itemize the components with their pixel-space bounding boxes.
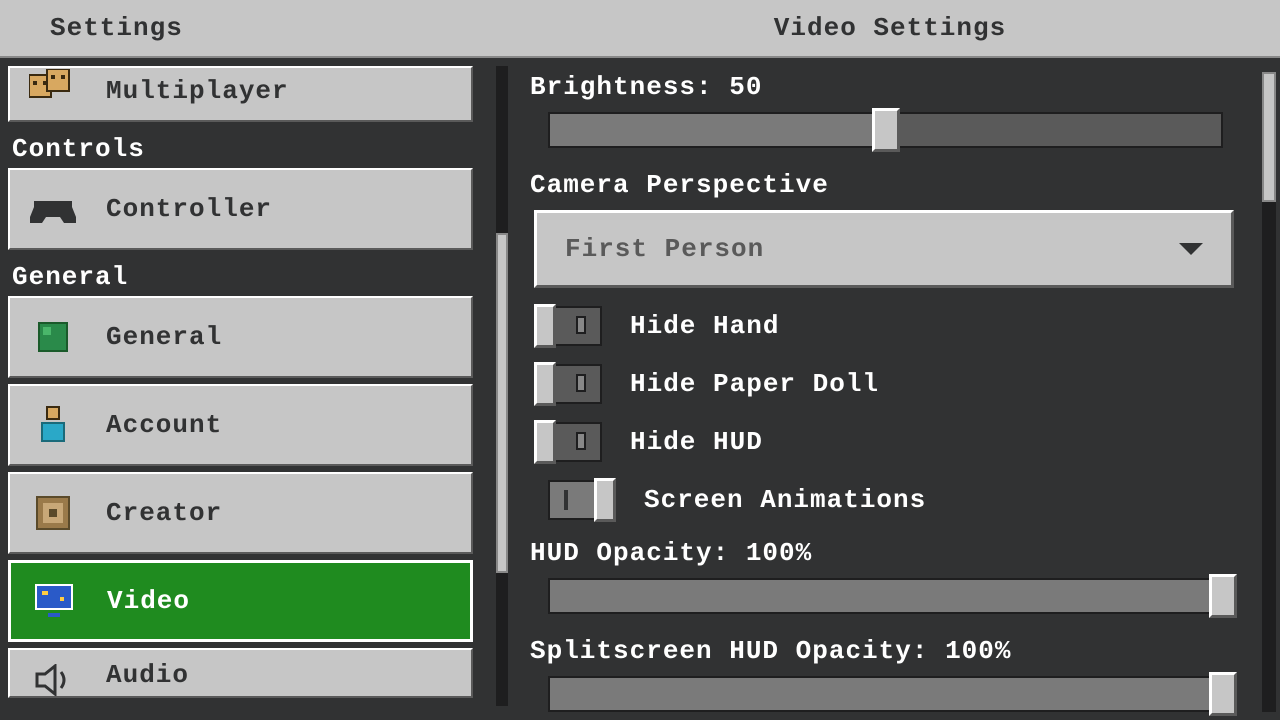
- toggle-hide-paper-doll[interactable]: Hide Paper Doll: [530, 364, 1260, 404]
- toggle-label: Hide Hand: [630, 311, 779, 341]
- splitscreen-opacity-label: Splitscreen HUD Opacity: 100%: [530, 636, 1260, 666]
- camera-perspective-dropdown[interactable]: First Person: [534, 210, 1234, 288]
- toggle-knob[interactable]: [534, 362, 556, 406]
- toggle-hide-hand[interactable]: Hide Hand: [530, 306, 1260, 346]
- toggle-knob[interactable]: [534, 304, 556, 348]
- section-header-general: General: [8, 256, 502, 296]
- dropdown-value: First Person: [565, 234, 764, 264]
- toggle-label: Screen Animations: [644, 485, 926, 515]
- slider-thumb[interactable]: [872, 108, 900, 152]
- hud-opacity-slider[interactable]: [548, 578, 1223, 614]
- toggle-switch[interactable]: [548, 480, 616, 520]
- sidebar-item-label: Controller: [106, 194, 272, 224]
- header-bar: Settings Video Settings: [0, 0, 1280, 58]
- toggle-switch[interactable]: [534, 422, 602, 462]
- toggle-switch[interactable]: [534, 364, 602, 404]
- sidebar-item-label: General: [106, 322, 222, 352]
- audio-icon: [28, 660, 78, 700]
- slider-thumb[interactable]: [1209, 672, 1237, 716]
- sidebar-item-general[interactable]: General: [8, 296, 473, 378]
- creator-icon: [28, 493, 78, 533]
- slider-thumb[interactable]: [1209, 574, 1237, 618]
- camera-perspective-label: Camera Perspective: [530, 170, 1260, 200]
- sidebar-item-account[interactable]: Account: [8, 384, 473, 466]
- sidebar-item-label: Account: [106, 410, 222, 440]
- toggle-screen-animations[interactable]: Screen Animations: [530, 480, 1260, 520]
- hud-opacity-label: HUD Opacity: 100%: [530, 538, 1260, 568]
- video-icon: [29, 581, 79, 621]
- general-icon: [28, 317, 78, 357]
- account-icon: [28, 405, 78, 445]
- toggle-label: Hide Paper Doll: [630, 369, 879, 399]
- splitscreen-opacity-slider[interactable]: [548, 676, 1223, 712]
- sidebar-item-multiplayer[interactable]: Multiplayer: [8, 66, 473, 122]
- sidebar-item-creator[interactable]: Creator: [8, 472, 473, 554]
- sidebar-item-label: Creator: [106, 498, 222, 528]
- toggle-hide-hud[interactable]: Hide HUD: [530, 422, 1260, 462]
- sidebar-item-video[interactable]: Video: [8, 560, 473, 642]
- brightness-label: Brightness: 50: [530, 72, 1260, 102]
- chevron-down-icon: [1179, 243, 1203, 255]
- toggle-knob[interactable]: [534, 420, 556, 464]
- section-header-controls: Controls: [8, 128, 502, 168]
- sidebar-scrollbar-thumb[interactable]: [496, 233, 508, 573]
- toggle-label: Hide HUD: [630, 427, 763, 457]
- sidebar-item-label: Multiplayer: [106, 76, 289, 106]
- sidebar: Multiplayer Controls Controller General …: [0, 58, 510, 720]
- header-title-right: Video Settings: [500, 0, 1280, 56]
- main-scrollbar-thumb[interactable]: [1262, 72, 1276, 202]
- sidebar-item-controller[interactable]: Controller: [8, 168, 473, 250]
- sidebar-item-label: Video: [107, 586, 190, 616]
- toggle-switch[interactable]: [534, 306, 602, 346]
- main-panel: Brightness: 50 Camera Perspective First …: [510, 58, 1280, 720]
- header-title-left: Settings: [0, 0, 500, 56]
- sidebar-item-label: Audio: [106, 660, 189, 690]
- controller-icon: [28, 189, 78, 229]
- toggle-knob[interactable]: [594, 478, 616, 522]
- sidebar-item-audio[interactable]: Audio: [8, 648, 473, 698]
- brightness-slider[interactable]: [548, 112, 1223, 148]
- multiplayer-icon: [28, 66, 78, 106]
